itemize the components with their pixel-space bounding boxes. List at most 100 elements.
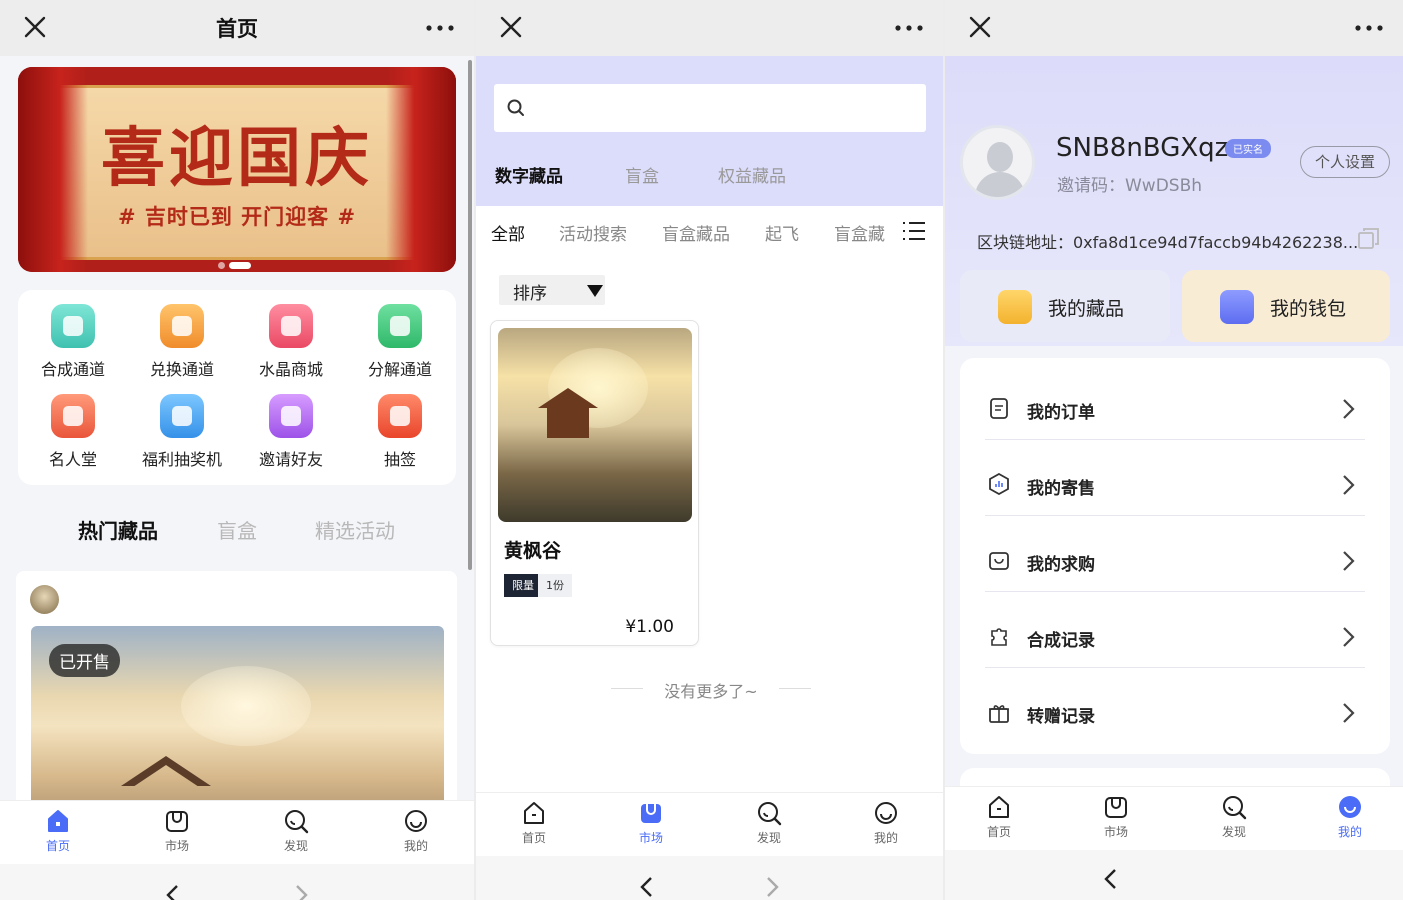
grid-item-invite[interactable]: 邀请好友 [241, 394, 341, 470]
nav-label: 首页 [986, 825, 1011, 839]
grid-label: 福利抽奖机 [141, 450, 222, 469]
chevron-right-icon [1343, 399, 1355, 419]
nav-discover[interactable]: 发现 [1194, 793, 1274, 840]
invite-code: 邀请码：WwDSBh [1057, 176, 1203, 196]
puzzle-icon [991, 628, 1007, 646]
tab-equity[interactable]: 权益藏品 [718, 162, 786, 187]
chain-address: 区块链地址：0xfa8d1ce94d7faccb94b4262238... [977, 233, 1359, 252]
nav-market[interactable]: 市场 [137, 807, 217, 854]
nav-market[interactable]: 市场 [1076, 793, 1156, 840]
shop-icon [269, 304, 313, 348]
tag-limit: 限量 [504, 574, 542, 597]
feed-card[interactable]: 已开售 [16, 571, 457, 831]
my-collection-button[interactable]: 我的藏品 [960, 270, 1170, 342]
grid-item-lottery-machine[interactable]: 福利抽奖机 [132, 394, 232, 470]
grid-item-synthesis[interactable]: 合成通道 [23, 304, 123, 380]
grid-item-crystal-shop[interactable]: 水晶商城 [241, 304, 341, 380]
close-icon[interactable] [967, 14, 993, 40]
tab-activities[interactable]: 精选活动 [315, 515, 395, 544]
nav-profile[interactable]: 我的 [846, 799, 926, 846]
grid-item-hall-of-fame[interactable]: 名人堂 [23, 394, 123, 470]
subtab-takeoff[interactable]: 起飞 [765, 220, 799, 245]
nav-home[interactable]: 首页 [494, 799, 574, 846]
discover-icon [758, 802, 782, 826]
grid-label: 兑换通道 [149, 360, 214, 379]
banner-subtitle: # 吉时已到 开门迎客 # [117, 205, 357, 229]
my-wallet-button[interactable]: 我的钱包 [1182, 270, 1390, 342]
forward-arrow-icon[interactable] [293, 884, 309, 900]
forward-arrow-icon[interactable] [764, 876, 780, 898]
back-arrow-icon[interactable] [1103, 868, 1119, 890]
search-input[interactable] [494, 84, 926, 132]
back-arrow-icon[interactable] [639, 876, 655, 898]
collection-price: ¥1.00 [625, 617, 674, 637]
tab-blindbox[interactable]: 盲盒 [217, 515, 257, 544]
back-arrow-icon[interactable] [165, 884, 181, 900]
dot[interactable] [218, 262, 225, 269]
copy-icon[interactable] [1357, 226, 1381, 250]
nav-label: 发现 [756, 831, 781, 845]
menu-item-synthesis-log[interactable]: 合成记录 [985, 592, 1365, 668]
nav-profile[interactable]: 我的 [376, 807, 456, 854]
market-screen: 数字藏品 盲盒 权益藏品 全部 活动搜索 盲盒藏品 起飞 盲盒藏 排序 黄枫谷 … [476, 0, 943, 900]
nav-label: 我的 [873, 831, 898, 845]
dot-active[interactable] [229, 262, 251, 269]
subtab-blindbox-collection[interactable]: 盲盒藏品 [662, 220, 730, 245]
avatar-head [987, 142, 1013, 172]
list-icon[interactable] [902, 220, 926, 242]
menu-item-purchase[interactable]: 我的求购 [985, 516, 1365, 592]
wallet-cube-icon [1220, 290, 1254, 324]
more-icon[interactable] [426, 25, 454, 31]
status-badge: 已开售 [49, 644, 120, 677]
avatar[interactable] [30, 585, 59, 614]
menu-item-consign[interactable]: 我的寄售 [985, 440, 1365, 516]
tab-hot[interactable]: 热门藏品 [78, 515, 158, 544]
nav-home[interactable]: 首页 [18, 807, 98, 854]
nav-label: 首页 [45, 839, 70, 853]
avatar[interactable] [960, 125, 1035, 200]
market-icon [1105, 797, 1127, 818]
grid-item-decompose[interactable]: 分解通道 [350, 304, 450, 380]
promo-banner[interactable]: 喜迎国庆 # 吉时已到 开门迎客 # [18, 67, 456, 272]
grid-item-exchange[interactable]: 兑换通道 [132, 304, 232, 380]
collection-card[interactable]: 黄枫谷 限量 1份 ¥1.00 [490, 320, 699, 646]
nav-profile[interactable]: 我的 [1310, 793, 1390, 840]
bottom-nav: 首页 市场 发现 我的 [0, 800, 474, 864]
home-screen: 首页 喜迎国庆 # 吉时已到 开门迎客 # 合成通道 兑换通道 水晶商城 分解通… [0, 0, 474, 900]
system-bar [476, 856, 943, 900]
nav-market[interactable]: 市场 [611, 799, 691, 846]
lottery-icon [378, 394, 422, 438]
more-icon[interactable] [1355, 25, 1383, 31]
chevron-right-icon [1343, 551, 1355, 571]
profile-icon [405, 810, 427, 832]
sort-label: 排序 [513, 284, 547, 304]
collection-name: 黄枫谷 [504, 540, 562, 562]
page-title: 首页 [216, 17, 258, 41]
subtab-blindbox-partial[interactable]: 盲盒藏 [834, 220, 885, 245]
close-icon[interactable] [498, 14, 524, 40]
collection-tabs: 热门藏品 盲盒 精选活动 [0, 515, 474, 547]
settings-button[interactable]: 个人设置 [1300, 146, 1390, 178]
tab-blindbox[interactable]: 盲盒 [625, 162, 659, 187]
caret-down-icon [587, 285, 603, 297]
star-icon [51, 304, 95, 348]
grid-item-draw[interactable]: 抽签 [350, 394, 450, 470]
more-icon[interactable] [895, 25, 923, 31]
collection-image[interactable]: 已开售 [31, 626, 444, 826]
menu-item-orders[interactable]: 我的订单 [985, 364, 1365, 440]
gift-icon [160, 394, 204, 438]
subtab-all[interactable]: 全部 [491, 220, 525, 245]
nav-discover[interactable]: 发现 [256, 807, 336, 854]
scrollbar[interactable] [468, 60, 472, 570]
menu-item-transfer-log[interactable]: 转赠记录 [985, 668, 1365, 744]
subtab-activity-search[interactable]: 活动搜索 [559, 220, 627, 245]
banner-title: 喜迎国庆 [101, 121, 373, 196]
sort-dropdown[interactable]: 排序 [499, 275, 605, 305]
grid-label: 分解通道 [367, 360, 432, 379]
nav-discover[interactable]: 发现 [729, 799, 809, 846]
tab-digital-collection[interactable]: 数字藏品 [495, 162, 563, 187]
nav-label: 市场 [1103, 825, 1128, 839]
home-icon [524, 802, 544, 824]
home-icon [48, 810, 68, 832]
nav-home[interactable]: 首页 [959, 793, 1039, 840]
